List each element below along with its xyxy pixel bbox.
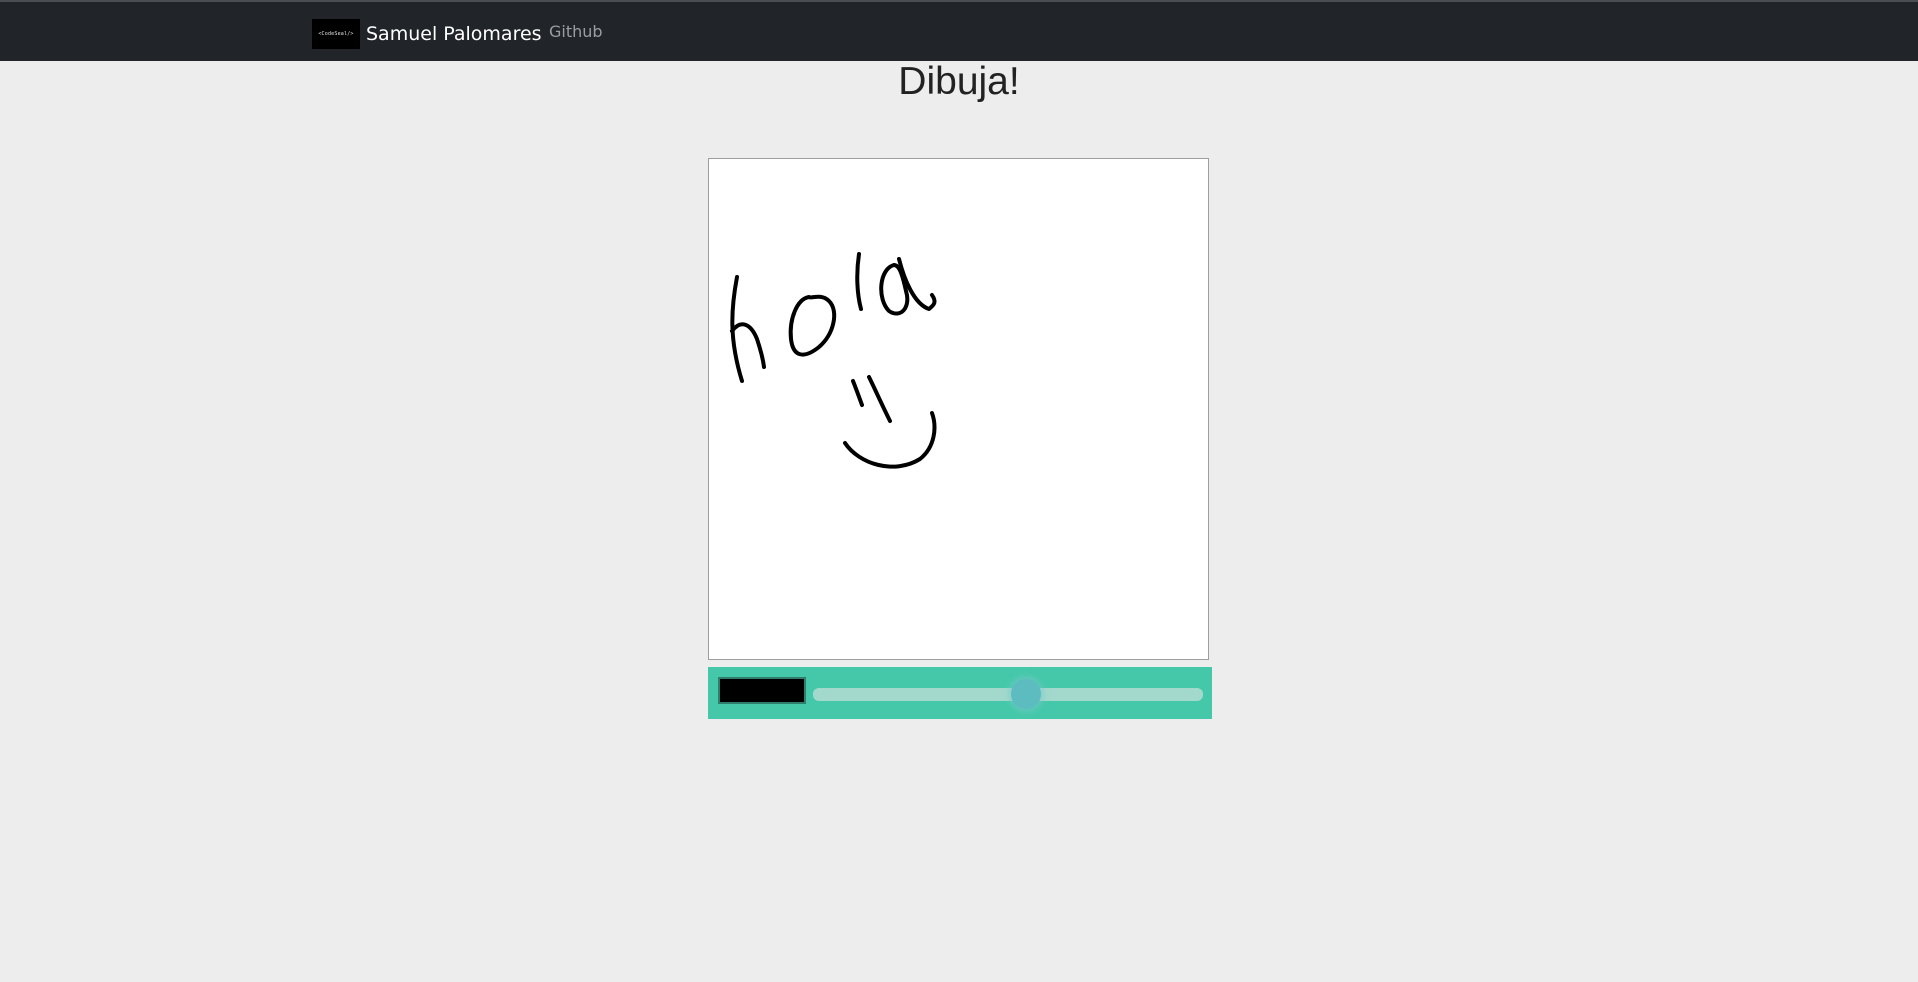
stroke-eye-left bbox=[851, 379, 864, 407]
brand-logo-text: <CodeSeal/> bbox=[318, 31, 354, 37]
drawing-toolbar bbox=[708, 667, 1212, 719]
brand-link[interactable]: <CodeSeal/> Samuel Palomares bbox=[312, 18, 542, 50]
drawing-strokes bbox=[730, 252, 937, 469]
page-title: Dibuja! bbox=[898, 60, 1020, 103]
stroke-eye-right bbox=[867, 375, 892, 423]
brush-size-slider-thumb[interactable] bbox=[1011, 679, 1041, 709]
nav-link-github[interactable]: Github bbox=[549, 22, 603, 41]
brush-color-picker[interactable] bbox=[718, 677, 806, 704]
stroke-o bbox=[788, 294, 837, 357]
drawing-canvas[interactable] bbox=[708, 158, 1209, 660]
brush-size-slider[interactable] bbox=[813, 688, 1203, 701]
stroke-l bbox=[855, 252, 863, 311]
brand-logo: <CodeSeal/> bbox=[312, 19, 360, 49]
navbar: <CodeSeal/> Samuel Palomares Github bbox=[0, 0, 1918, 61]
brand-name: Samuel Palomares bbox=[366, 23, 542, 45]
